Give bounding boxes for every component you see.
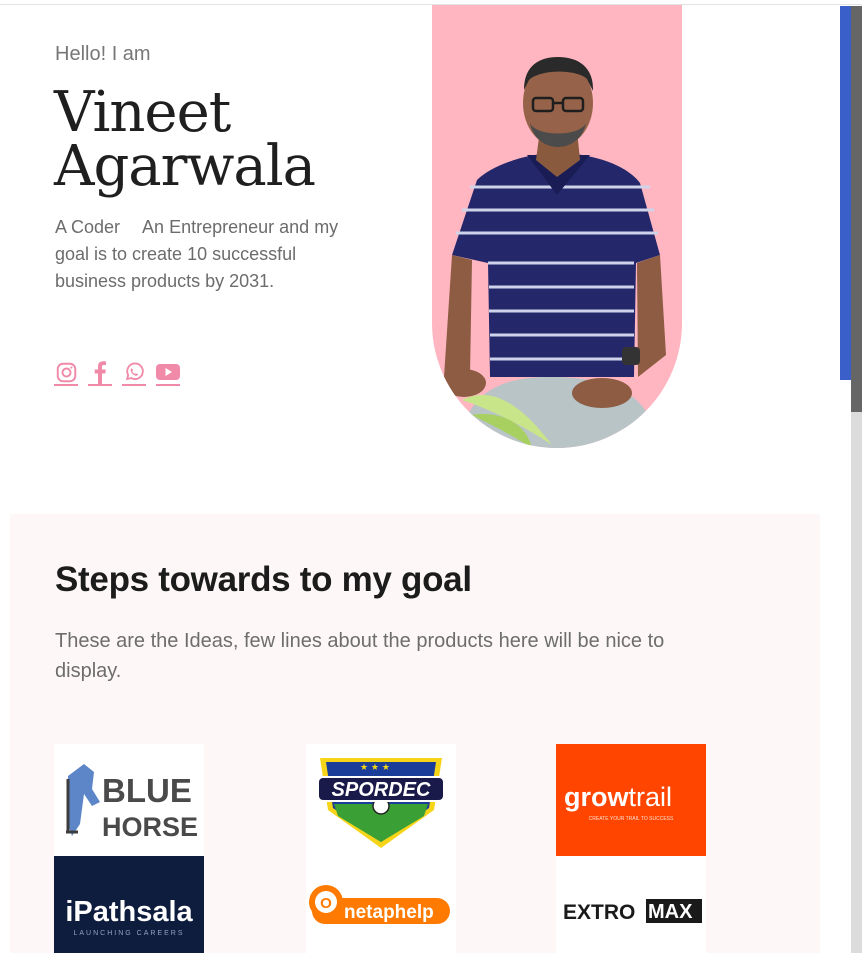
extromax-right-text: MAX — [648, 901, 693, 923]
onetaphelp-text: netaphelp — [344, 902, 434, 923]
person-illustration — [442, 57, 666, 448]
name-first: Vineet — [54, 80, 231, 145]
blue-horse-logo[interactable]: BLUE HORSE — [54, 744, 204, 856]
ipathsala-logo[interactable]: iPathsala LAUNCHING CAREERS — [54, 856, 204, 953]
growtrail-bold-text: grow — [564, 782, 629, 812]
growtrail-light-text: trail — [629, 782, 673, 812]
intro-text: A Coder An Entrepreneur and my goal is to… — [55, 214, 355, 295]
role-coder: A Coder — [55, 217, 121, 237]
social-links — [54, 360, 180, 386]
section-description: These are the Ideas, few lines about the… — [55, 630, 665, 682]
bluehorse-bottom-text: HORSE — [102, 812, 198, 842]
greeting-text: Hello! I am — [55, 43, 151, 65]
top-divider — [0, 4, 862, 5]
role-entrepreneur: An Entrepreneur — [142, 217, 275, 237]
spordec-logo[interactable]: ★ ★ ★ SPORDEC — [306, 744, 456, 856]
growtrail-tagline: CREATE YOUR TRAIL TO SUCCESS — [589, 816, 674, 822]
section-title: Steps towards to my goal — [55, 560, 472, 599]
onetaphelp-o: O — [320, 895, 332, 912]
scrollbar-thumb[interactable] — [851, 6, 862, 412]
hero-name: Vineet Agarwala — [54, 80, 316, 199]
facebook-link[interactable] — [88, 360, 112, 386]
ipathsala-text: iPathsala — [65, 896, 193, 928]
whatsapp-link[interactable] — [122, 360, 146, 386]
ipathsala-tagline: LAUNCHING CAREERS — [73, 930, 184, 937]
whatsapp-icon — [125, 362, 144, 381]
growtrail-logo[interactable]: growtrail CREATE YOUR TRAIL TO SUCCESS — [556, 744, 706, 856]
bluehorse-top-text: BLUE — [102, 772, 192, 809]
svg-text:★ ★ ★: ★ ★ ★ — [360, 763, 390, 773]
youtube-icon — [156, 364, 180, 380]
svg-text:growtrail: growtrail — [564, 782, 672, 812]
youtube-link[interactable] — [156, 360, 180, 386]
profile-photo — [432, 5, 682, 448]
onetaphelp-logo[interactable]: O netaphelp — [306, 856, 456, 953]
extromax-logo[interactable]: EXTRO MAX — [556, 856, 706, 953]
extromax-left-text: EXTRO — [563, 901, 635, 924]
spordec-text: SPORDEC — [332, 779, 431, 801]
scroll-progress-bar — [840, 6, 851, 380]
facebook-icon — [94, 361, 106, 384]
instagram-icon — [56, 362, 76, 382]
instagram-link[interactable] — [54, 360, 78, 386]
name-last: Agarwala — [54, 134, 316, 199]
